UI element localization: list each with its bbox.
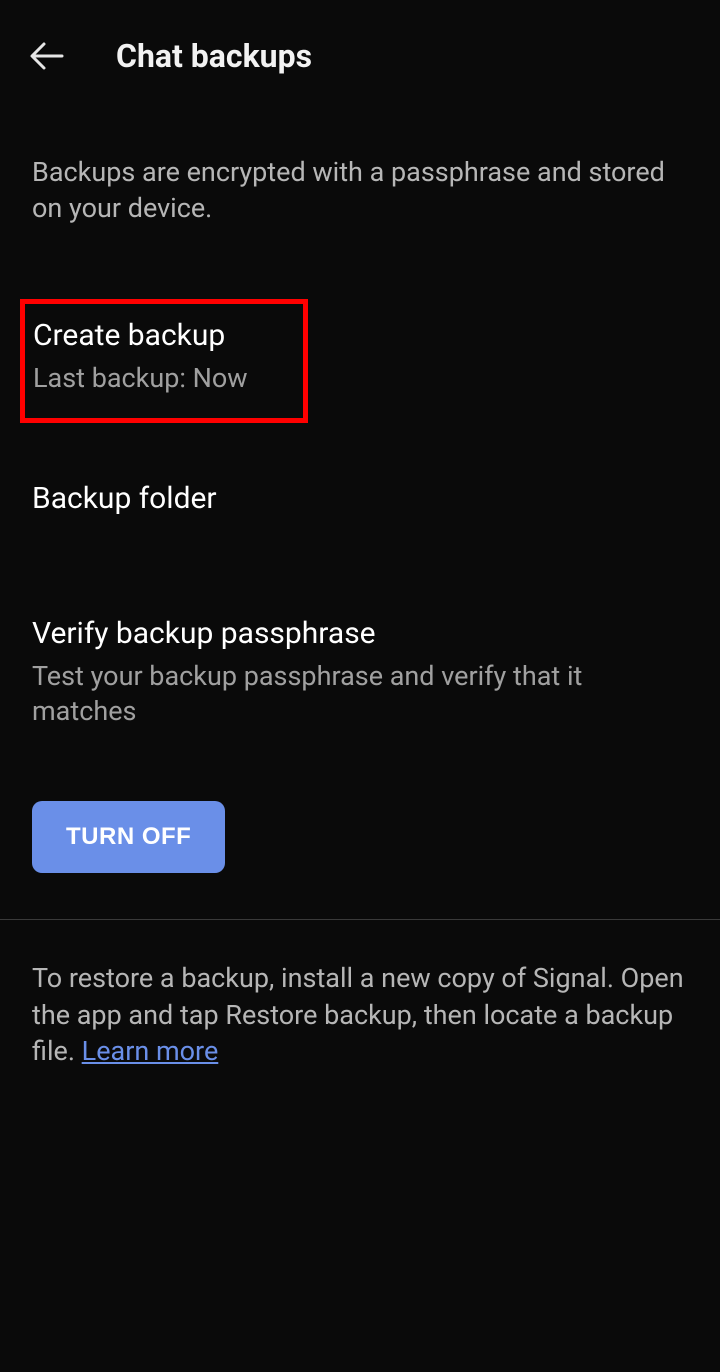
content-area: Backups are encrypted with a passphrase … <box>0 154 720 1069</box>
verify-passphrase-subtitle: Test your backup passphrase and verify t… <box>32 659 688 729</box>
learn-more-link[interactable]: Learn more <box>82 1035 219 1067</box>
verify-passphrase-item[interactable]: Verify backup passphrase Test your backu… <box>32 614 688 729</box>
back-button[interactable] <box>28 36 68 76</box>
restore-instructions: To restore a backup, install a new copy … <box>32 960 688 1069</box>
button-area: TURN OFF <box>32 801 688 873</box>
create-backup-title: Create backup <box>33 316 295 355</box>
create-backup-subtitle: Last backup: Now <box>33 361 295 396</box>
back-arrow-icon <box>28 36 68 76</box>
create-backup-highlight: Create backup Last backup: Now <box>20 299 308 423</box>
divider <box>0 919 720 920</box>
backup-description: Backups are encrypted with a passphrase … <box>32 154 688 227</box>
backup-folder-item[interactable]: Backup folder <box>32 479 688 518</box>
app-bar: Chat backups <box>0 0 720 112</box>
verify-passphrase-title: Verify backup passphrase <box>32 614 688 653</box>
page-title: Chat backups <box>116 37 312 75</box>
backup-folder-title: Backup folder <box>32 479 688 518</box>
turn-off-button[interactable]: TURN OFF <box>32 801 225 873</box>
create-backup-item[interactable]: Create backup Last backup: Now <box>33 316 295 396</box>
